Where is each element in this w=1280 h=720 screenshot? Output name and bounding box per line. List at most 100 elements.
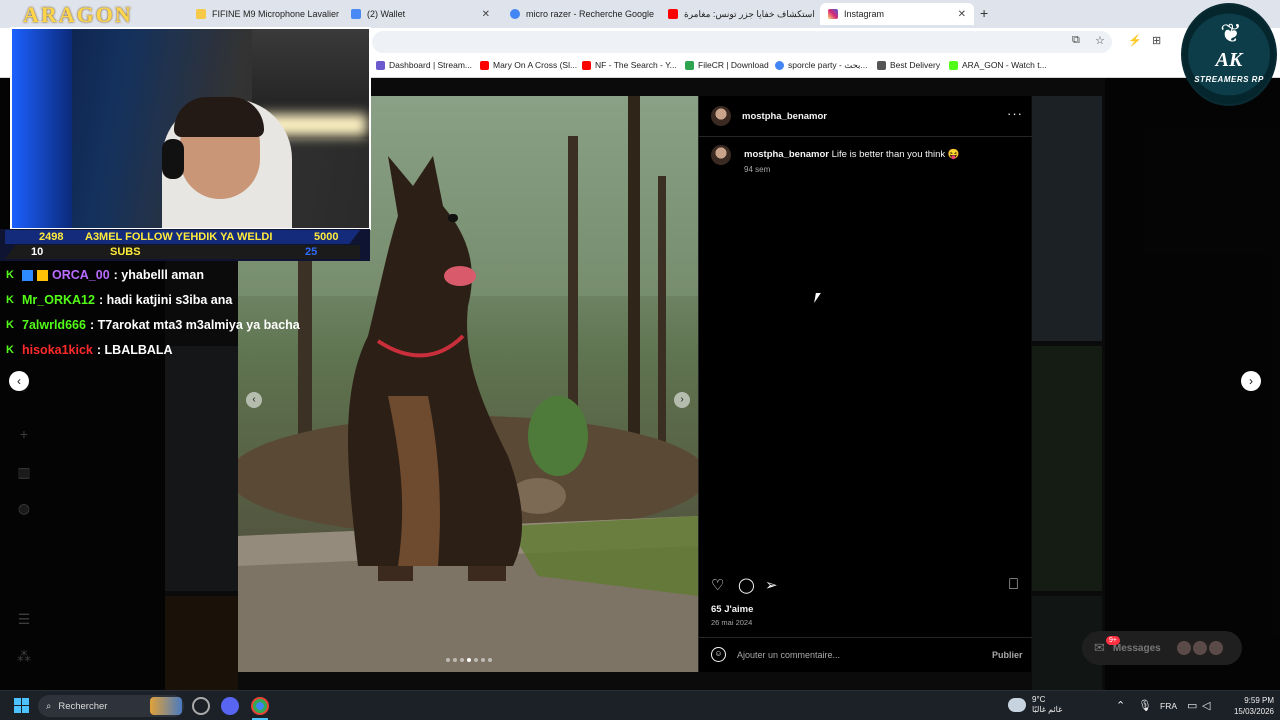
bookmark-label: sporcle party - بحث...	[788, 60, 868, 70]
media-next-icon[interactable]: ›	[674, 392, 690, 408]
install-app-icon[interactable]: ⧉	[1072, 34, 1080, 47]
chat-text: : hadi katjini s3iba ana	[98, 293, 233, 307]
tab-instagram[interactable]: Instagram ✕	[820, 3, 974, 25]
extension-icon[interactable]: ⚡	[1128, 34, 1142, 47]
avatar	[1192, 641, 1207, 655]
tab-label: micro razer - Recherche Google	[526, 9, 655, 19]
tab-google[interactable]: micro razer - Recherche Google ✕	[502, 3, 657, 25]
new-tab-button[interactable]: +	[980, 5, 988, 21]
weather-text-wrap: 9°C غائم غالبًا	[1032, 695, 1062, 715]
post-details-panel: mostpha_benamor ··· mostpha_benamor Life…	[698, 96, 1032, 672]
caption-timestamp: 94 sem	[744, 165, 771, 174]
tab-fifine[interactable]: FIFINE M9 Microphone Lavalier ✕	[188, 3, 340, 25]
chat-text: : yhabelll aman	[113, 268, 204, 282]
subs-goal-bar: 10 SUBS 25	[5, 245, 360, 259]
header-divider	[699, 136, 1032, 137]
weather-desc: غائم غالبًا	[1032, 705, 1063, 714]
bookmark-label: ARA_GON - Watch t...	[962, 60, 1047, 70]
address-bar[interactable]	[372, 31, 1112, 53]
weather-widget[interactable]: 9°C غائم غالبًا	[1008, 695, 1062, 715]
emoji-icon[interactable]: ☺	[711, 647, 726, 662]
chat-text: : LBALBALA	[96, 343, 173, 357]
chat-message: K ORCA_00 : yhabelll aman	[6, 263, 204, 287]
caption-username[interactable]: mostpha_benamor	[744, 149, 829, 160]
tab-youtube[interactable]: استكشاف خفايا جزر تونس: مغامرة ✕	[660, 3, 815, 25]
carousel-dot	[467, 658, 471, 662]
bookmark-aragon[interactable]: ARA_GON - Watch t...	[949, 60, 1047, 70]
share-icon[interactable]: ➢	[765, 576, 778, 594]
streamer-logo-title: AK	[1215, 49, 1243, 71]
subs-title: SUBS	[110, 246, 141, 258]
bookmark-nf[interactable]: NF - The Search - Y...	[582, 60, 677, 70]
more-options-icon[interactable]: ···	[1007, 106, 1023, 121]
comment-icon[interactable]: ◯	[738, 576, 755, 594]
comment-input[interactable]: Ajouter un commentaire...	[737, 650, 840, 660]
widgets-icon[interactable]	[150, 697, 182, 715]
media-previous-icon[interactable]: ‹	[246, 392, 262, 408]
volume-icon[interactable]: ◁	[1202, 699, 1210, 712]
extensions-puzzle-icon[interactable]: ⊞	[1152, 34, 1161, 47]
eagle-icon: ❦	[1220, 18, 1242, 48]
rgb-light	[12, 29, 72, 228]
chat-username: ORCA_00	[52, 268, 110, 282]
screen: FIFINE M9 Microphone Lavalier ✕ (2) Wall…	[0, 0, 1280, 720]
app-icon[interactable]	[192, 697, 210, 715]
tab-label: استكشاف خفايا جزر تونس: مغامرة	[684, 8, 815, 19]
badge-icon	[22, 269, 33, 281]
carousel-dot	[460, 658, 464, 662]
next-post-button[interactable]: ›	[1241, 371, 1261, 391]
post-date: 26 mai 2024	[711, 618, 753, 627]
bookmark-dashboard[interactable]: Dashboard | Stream...	[376, 60, 472, 70]
avatar[interactable]	[711, 145, 731, 165]
carousel-dot	[453, 658, 457, 662]
chrome-icon[interactable]	[251, 697, 269, 715]
close-icon[interactable]: ✕	[482, 9, 490, 20]
messages-badge: 9+	[1106, 636, 1120, 645]
bookmark-best-delivery[interactable]: Best Delivery	[877, 60, 940, 70]
carousel-dot	[481, 658, 485, 662]
clock[interactable]: 9:59 PM 15/03/2026	[1224, 695, 1274, 717]
bookmark-label: Dashboard | Stream...	[389, 60, 472, 70]
previous-post-button[interactable]: ‹	[9, 371, 29, 391]
avatar[interactable]	[711, 106, 731, 126]
clock-date: 15/03/2026	[1233, 707, 1274, 716]
instagram-icon	[828, 9, 838, 19]
messages-button[interactable]: ✉ 9+ Messages	[1082, 631, 1242, 665]
webcam-feed	[10, 27, 371, 230]
carousel-dot	[474, 658, 478, 662]
network-icon[interactable]: ▭	[1187, 699, 1197, 712]
publish-button[interactable]: Publier	[992, 650, 1023, 660]
tab-wallet[interactable]: (2) Wallet ✕	[343, 3, 498, 25]
post-actions: ♡ ◯ ➢ ⎕	[711, 576, 1023, 594]
youtube-icon	[668, 9, 678, 19]
star-icon[interactable]: ☆	[1095, 34, 1105, 47]
streamer-hair	[174, 97, 264, 137]
follow-goal: 2498 A3MEL FOLLOW YEHDIK YA WELDI 5000 1…	[0, 229, 370, 261]
chat-message: K hisoka1kick : LBALBALA	[6, 338, 173, 362]
youtube-icon	[582, 60, 591, 70]
close-icon[interactable]: ✕	[958, 9, 966, 20]
save-icon[interactable]: ⎕	[1009, 576, 1018, 593]
tab-favicon-icon	[351, 9, 361, 19]
chat-message: K Mr_ORKA12 : hadi katjini s3iba ana	[6, 288, 232, 312]
post-username[interactable]: mostpha_benamor	[742, 111, 827, 122]
bookmark-filecr[interactable]: FileCR | Download	[685, 60, 769, 70]
caption-text: Life is better than you think 😝	[831, 149, 960, 160]
language-indicator[interactable]: FRA	[1160, 701, 1177, 711]
bookmark-mary[interactable]: Mary On A Cross (Sl...	[480, 60, 577, 70]
streamlabs-icon	[376, 60, 385, 70]
like-icon[interactable]: ♡	[711, 576, 724, 594]
kick-icon: K	[6, 269, 14, 281]
discord-icon[interactable]	[221, 697, 239, 715]
microphone-icon[interactable]: 🎙	[1138, 699, 1152, 712]
delivery-icon	[877, 60, 886, 70]
comment-bar: ☺ Ajouter un commentaire... Publier	[699, 637, 1032, 672]
cloud-icon	[1008, 698, 1026, 712]
likes-count[interactable]: 65 J'aime	[711, 604, 753, 615]
chat-username: hisoka1kick	[22, 343, 93, 357]
bookmark-sporcle[interactable]: sporcle party - بحث...	[775, 60, 868, 71]
goal-current: 2498	[39, 231, 64, 243]
windows-start-icon[interactable]	[14, 698, 29, 713]
chevron-up-icon[interactable]: ⌃	[1116, 699, 1125, 712]
messenger-icon: ✉	[1094, 640, 1105, 655]
